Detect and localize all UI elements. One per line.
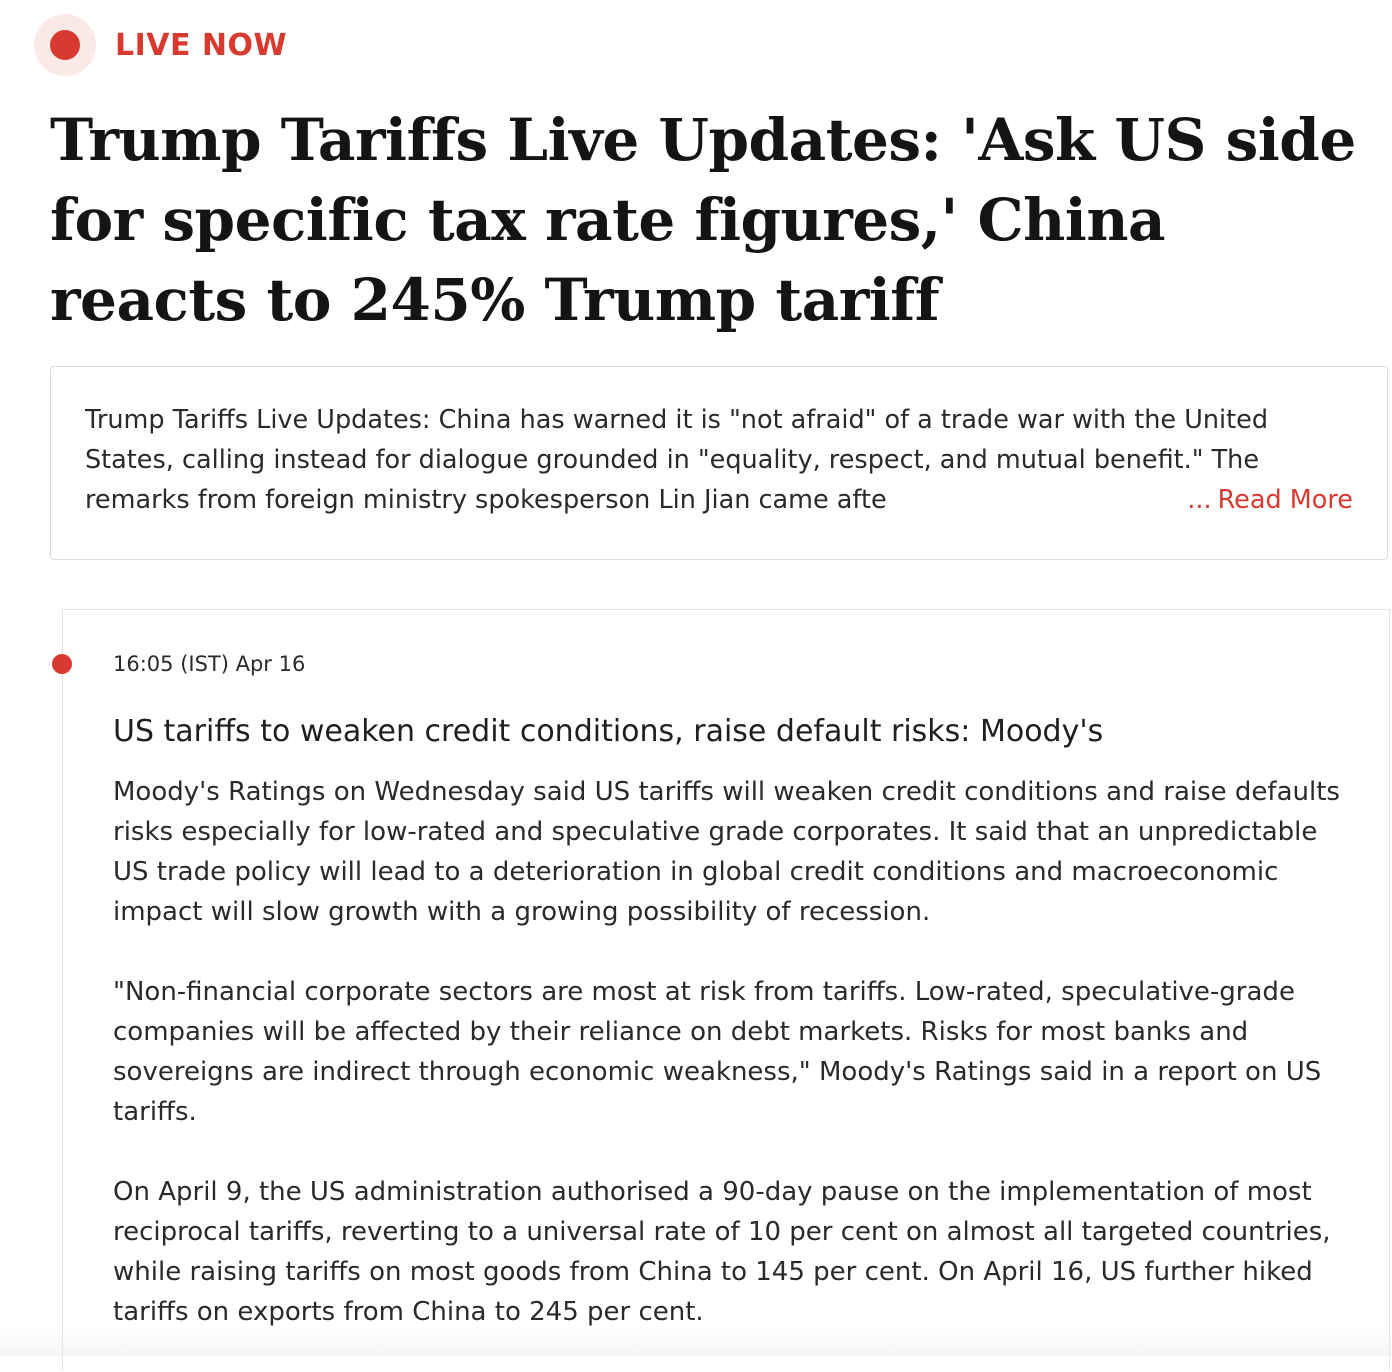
entry-paragraph: On April 9, the US administration author… [113, 1177, 1331, 1327]
summary-box: Trump Tariffs Live Updates: China has wa… [50, 366, 1388, 560]
live-indicator-icon [34, 14, 96, 76]
read-more-label: Read More [1217, 485, 1353, 515]
read-more-ellipsis: ... [1187, 485, 1212, 515]
live-now-badge: LIVE NOW [34, 14, 287, 76]
live-dot [50, 30, 80, 60]
entry-paragraph: Moody's Ratings on Wednesday said US tar… [113, 777, 1340, 927]
entry-paragraph: "Non-financial corporate sectors are mos… [113, 977, 1322, 1127]
read-more-link[interactable]: ... Read More [1183, 480, 1353, 520]
live-now-label: LIVE NOW [115, 27, 288, 63]
entry-body: Moody's Ratings on Wednesday said US tar… [113, 772, 1349, 1372]
page-title: Trump Tariffs Live Updates: 'Ask US side… [50, 106, 1356, 334]
entry-timestamp: 16:05 (IST) Apr 16 [113, 652, 306, 676]
timeline-dot-icon [52, 654, 72, 674]
summary-text: Trump Tariffs Live Updates: China has wa… [85, 405, 1269, 515]
entry-title: US tariffs to weaken credit conditions, … [113, 714, 1104, 749]
